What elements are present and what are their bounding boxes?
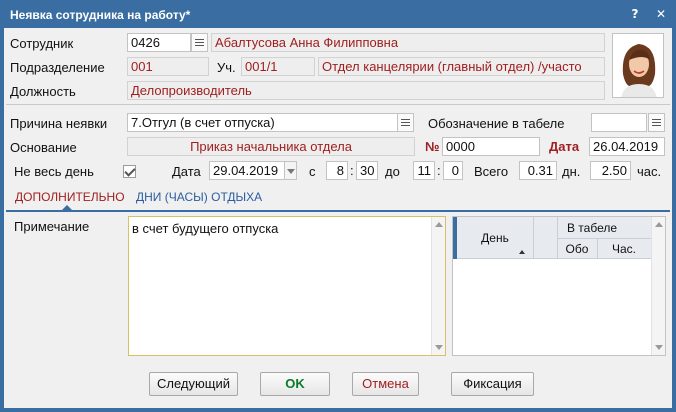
date-dropdown-icon[interactable] <box>284 161 297 180</box>
grid-col-hours[interactable]: Час. <box>597 242 651 256</box>
close-button[interactable]: ✕ <box>652 5 670 23</box>
position-label: Должность <box>10 84 76 99</box>
employee-list-button[interactable] <box>191 33 208 52</box>
total-label: Всего <box>474 164 509 179</box>
to-minutes-field[interactable]: 0 <box>443 161 463 180</box>
active-tab-indicator <box>61 205 73 211</box>
hours-unit: час. <box>637 164 662 179</box>
window-title: Неявка сотрудника на работу* <box>10 8 191 22</box>
reason-list-button[interactable] <box>397 113 414 132</box>
grid-group-timesheet: В табеле <box>566 221 618 235</box>
scroll-down-icon[interactable] <box>435 345 443 350</box>
reason-label: Причина неявки <box>10 116 108 131</box>
note-scrollbar[interactable] <box>431 217 445 355</box>
partial-day-label: Не весь день <box>14 164 94 179</box>
section-field: 001/1 <box>241 57 315 76</box>
employee-label: Сотрудник <box>10 36 74 51</box>
timesheet-list-button[interactable] <box>648 113 665 132</box>
grid-col-day[interactable]: День <box>457 231 533 245</box>
sort-arrow-icon <box>519 250 525 254</box>
basis-field: Приказ начальника отдела <box>127 137 415 156</box>
date-label: Дата <box>549 139 580 154</box>
dialog-body: Сотрудник 0426 Абалтусова Анна Филипповн… <box>4 28 672 408</box>
total-days-field[interactable]: 0.31 <box>519 161 557 180</box>
basis-label: Основание <box>10 140 77 155</box>
separator <box>6 104 670 105</box>
grid-divider <box>557 238 651 239</box>
partial-date-label: Дата <box>172 164 201 179</box>
employee-photo-image <box>613 34 663 97</box>
timesheet-field[interactable] <box>591 113 647 132</box>
help-button[interactable]: ? <box>626 5 644 23</box>
scroll-down-icon[interactable] <box>655 345 663 350</box>
department-name-field: Отдел канцелярии (главный отдел) /участо <box>318 57 605 76</box>
from-minutes-field[interactable]: 30 <box>356 161 378 180</box>
fix-button[interactable]: Фиксация <box>451 372 534 396</box>
grid-scrollbar[interactable] <box>651 217 665 355</box>
from-colon: : <box>350 163 354 178</box>
days-unit: дн. <box>562 164 581 179</box>
dialog-window: Неявка сотрудника на работу* ? ✕ Сотрудн… <box>0 0 676 412</box>
total-hours-field[interactable]: 2.50 <box>590 161 631 180</box>
to-label: до <box>385 164 400 179</box>
position-field: Делопроизводитель <box>127 81 605 100</box>
grid-header: День В табеле Обо Час. <box>453 217 651 259</box>
ok-button[interactable]: OK <box>260 372 330 396</box>
department-label: Подразделение <box>10 60 105 75</box>
number-field[interactable]: 0000 <box>442 137 540 156</box>
department-code-field: 001 <box>127 57 209 76</box>
note-textarea[interactable]: в счет будущего отпуска <box>128 216 446 356</box>
reason-field[interactable]: 7.Отгул (в счет отпуска) <box>127 113 398 132</box>
partial-date-field[interactable]: 29.04.2019 <box>209 161 285 180</box>
rest-days-grid[interactable]: День В табеле Обо Час. <box>452 216 666 356</box>
employee-name-field: Абалтусова Анна Филипповна <box>211 33 605 52</box>
note-text: в счет будущего отпуска <box>132 221 279 236</box>
tab-rest-days[interactable]: ДНИ (ЧАСЫ) ОТДЫХА <box>136 190 262 204</box>
section-label: Уч. <box>217 60 236 75</box>
from-label: с <box>309 164 316 179</box>
to-hours-field[interactable]: 11 <box>413 161 435 180</box>
cancel-button[interactable]: Отмена <box>352 372 419 396</box>
next-button[interactable]: Следующий <box>149 372 238 396</box>
number-label: № <box>425 139 440 154</box>
employee-photo <box>612 33 664 98</box>
basis-date-field[interactable]: 26.04.2019 <box>589 137 665 156</box>
tab-underline <box>6 210 670 212</box>
to-colon: : <box>437 163 441 178</box>
employee-code-field[interactable]: 0426 <box>127 33 191 52</box>
scroll-up-icon[interactable] <box>655 222 663 227</box>
partial-day-checkbox[interactable] <box>123 165 136 178</box>
grid-col-code[interactable]: Обо <box>557 242 597 256</box>
title-bar[interactable]: Неявка сотрудника на работу* ? ✕ <box>0 0 676 28</box>
tab-additional[interactable]: ДОПОЛНИТЕЛЬНО <box>15 190 125 204</box>
scroll-up-icon[interactable] <box>435 222 443 227</box>
note-label: Примечание <box>14 219 90 234</box>
from-hours-field[interactable]: 8 <box>326 161 348 180</box>
timesheet-label: Обозначение в табеле <box>428 116 565 131</box>
